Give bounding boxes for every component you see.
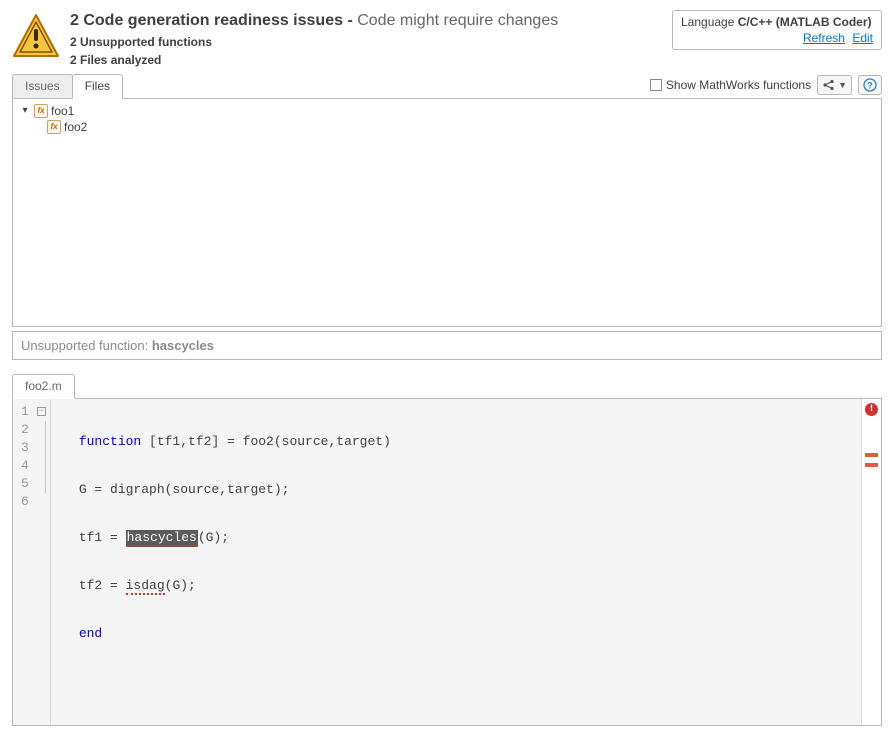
show-mathworks-checkbox[interactable]: Show MathWorks functions — [650, 78, 811, 92]
refresh-link[interactable]: Refresh — [803, 31, 845, 45]
chevron-down-icon[interactable]: ▾ — [19, 105, 31, 116]
code-line: G = digraph(source,target); — [79, 481, 855, 499]
header-title: 2 Code generation readiness issues - Cod… — [70, 10, 662, 68]
code-editor[interactable]: 1− 2 3 4 5 6 function [tf1,tf2] = foo2(s… — [12, 399, 882, 726]
code-line: end — [79, 625, 855, 643]
line-marker[interactable] — [865, 453, 878, 457]
marker-strip: ! — [861, 399, 881, 725]
help-button[interactable]: ? — [858, 75, 882, 95]
language-value: C/C++ (MATLAB Coder) — [738, 15, 872, 29]
status-message: Unsupported function: hascycles — [12, 331, 882, 360]
fold-icon[interactable]: − — [37, 407, 46, 416]
code-line: function [tf1,tf2] = foo2(source,target) — [79, 433, 855, 451]
language-box: Language C/C++ (MATLAB Coder) Refresh Ed… — [672, 10, 882, 50]
tree-item-foo2[interactable]: fx foo2 — [19, 119, 875, 135]
tab-issues[interactable]: Issues — [12, 74, 73, 99]
code-line — [79, 673, 855, 691]
tree-item-foo1[interactable]: ▾ fx foo1 — [19, 103, 875, 119]
header-sub-analyzed: 2 Files analyzed — [70, 52, 662, 68]
tab-bar: Issues Files Show MathWorks functions ▼ … — [12, 74, 882, 99]
editor-tab-bar: foo2.m — [12, 374, 882, 399]
tab-files[interactable]: Files — [72, 74, 123, 99]
tree-item-label: foo1 — [51, 104, 74, 118]
language-label: Language — [681, 15, 734, 29]
line-marker[interactable] — [865, 463, 878, 467]
code-line: tf1 = hascycles(G); — [79, 529, 855, 547]
editor-tab[interactable]: foo2.m — [12, 374, 75, 399]
tree-item-label: foo2 — [64, 120, 87, 134]
code-line: tf2 = isdag(G); — [79, 577, 855, 595]
svg-text:?: ? — [867, 80, 873, 90]
code-body[interactable]: function [tf1,tf2] = foo2(source,target)… — [51, 399, 861, 725]
chevron-down-icon: ▼ — [838, 80, 847, 90]
error-indicator-icon[interactable]: ! — [865, 403, 878, 416]
header-sub-unsupported: 2 Unsupported functions — [70, 34, 662, 50]
line-gutter: 1− 2 3 4 5 6 — [13, 399, 51, 725]
warning-icon — [12, 12, 60, 63]
show-mathworks-label: Show MathWorks functions — [666, 78, 811, 92]
highlighted-hascycles: hascycles — [126, 530, 198, 547]
share-button[interactable]: ▼ — [817, 75, 852, 95]
function-icon: fx — [47, 120, 61, 134]
edit-link[interactable]: Edit — [852, 31, 873, 45]
files-tree: ▾ fx foo1 fx foo2 — [12, 99, 882, 327]
function-icon: fx — [34, 104, 48, 118]
